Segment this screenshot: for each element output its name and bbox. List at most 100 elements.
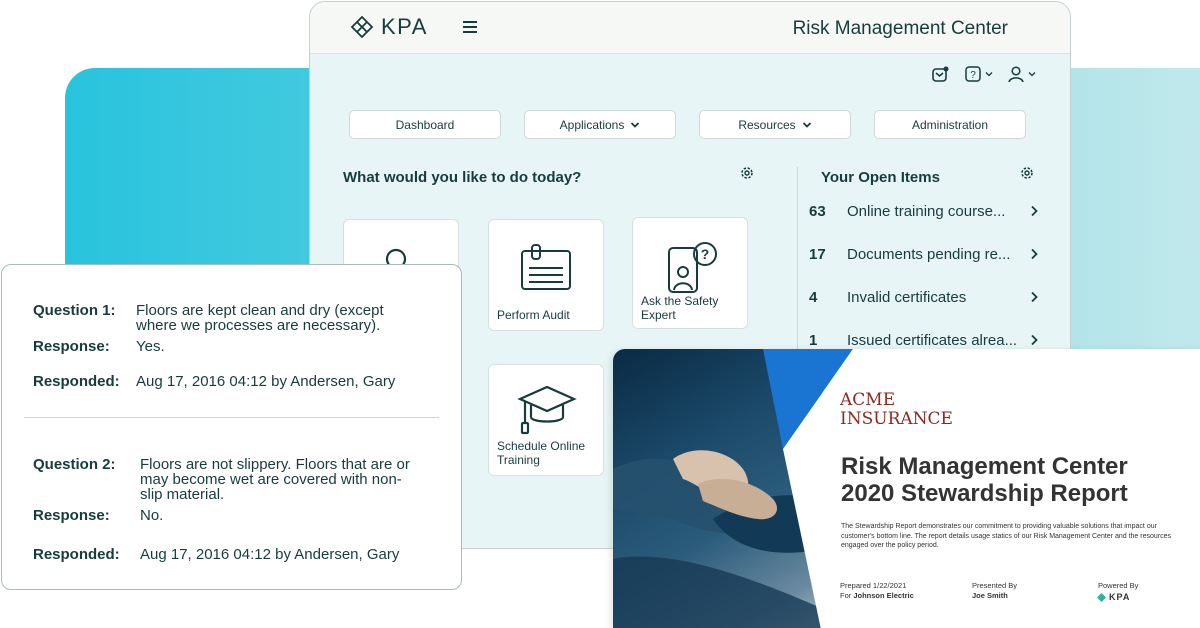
open-item[interactable]: 17 Documents pending re... [809,243,1041,265]
open-item-count: 63 [809,202,826,220]
report-title-line: Risk Management Center [841,453,1128,480]
action-tile-ask-safety-expert[interactable]: ? Ask the Safety Expert [632,217,748,329]
response-text: No. [140,507,164,524]
nav-dashboard[interactable]: Dashboard [349,110,501,139]
chevron-right-icon [1031,205,1038,217]
user-icon [1008,66,1024,83]
chevron-right-icon [1031,334,1038,346]
open-item[interactable]: 1 Issued certificates alrea... [809,329,1041,351]
open-items-title: Your Open Items [821,169,940,186]
question-row: Question 1: Floors are kept clean and dr… [33,303,384,333]
audit-response-card: Question 1: Floors are kept clean and dr… [1,264,462,590]
chevron-right-icon [1031,291,1038,303]
app-title: Risk Management Center [792,18,1008,39]
question-text-line: slip material. [140,486,225,503]
chevron-down-icon [985,72,993,77]
section-title-actions: What would you like to do today? [343,169,582,186]
kpa-logo[interactable]: KPA [350,14,428,40]
main-nav: Dashboard Applications Resources Adminis… [349,110,1037,139]
question-label: Question 2: [33,456,116,473]
clipboard-icon [521,244,571,290]
safety-expert-icon: ? [668,242,717,293]
utility-icons: ? [930,64,1036,84]
open-item[interactable]: 4 Invalid certificates [809,286,1041,308]
tile-label: Ask the Safety Expert [641,294,719,322]
logo-text: KPA [381,14,428,39]
responded-label: Responded: [33,546,120,563]
open-item[interactable]: 63 Online training course... [809,200,1041,222]
nav-label: Dashboard [395,117,455,132]
nav-administration[interactable]: Administration [874,110,1026,139]
tile-label: Schedule Online Training [497,439,586,467]
marketing-composite: KPA Risk Management Center ? Dashboard A… [0,0,1200,628]
question-row: Question 2: Floors are not slippery. Flo… [33,457,410,502]
column-divider [797,167,798,367]
user-menu[interactable] [1007,65,1036,83]
stewardship-report-cover: ACME INSURANCE Risk Management Center 20… [613,349,1200,628]
report-title: Risk Management Center 2020 Stewardship … [841,453,1128,507]
nav-label: Administration [911,117,989,132]
open-item-count: 1 [809,331,818,349]
question-label: Question 1: [33,302,116,319]
svg-text:?: ? [701,246,710,262]
response-row: Response: No. [33,508,163,523]
presented-info: Presented By Joe Smith [972,581,1017,601]
responded-label: Responded: [33,373,120,390]
response-row: Response: Yes. [33,339,165,354]
question-text: Floors are not slippery. Floors that are… [140,457,410,502]
acme-insurance-logo: ACME INSURANCE [840,391,953,429]
responded-text: Aug 17, 2016 04:12 by Andersen, Gary [136,373,396,390]
open-item-label: Invalid certificates [847,288,967,306]
gear-icon[interactable] [739,165,755,181]
open-item-label: Documents pending re... [847,245,1011,263]
response-label: Response: [33,338,110,355]
hamburger-menu-icon[interactable] [460,16,482,38]
svg-text:?: ? [970,70,976,81]
action-tile-schedule-training[interactable]: Schedule Online Training [488,364,604,476]
open-item-count: 17 [809,245,826,263]
chevron-down-icon [631,121,640,128]
chevron-right-icon [1031,248,1038,260]
powered-value: KPA [1109,592,1131,602]
question-text-line: where we processes are necessary). [136,317,381,334]
card-divider [24,417,439,418]
kpa-logo-icon [1097,592,1106,602]
open-item-count: 4 [809,288,818,306]
open-item-label: Issued certificates alrea... [847,331,1018,349]
graduation-cap-icon [517,385,577,435]
nav-applications[interactable]: Applications [524,110,676,139]
powered-label: Powered By [1098,581,1139,590]
nav-label: Resources [738,117,796,132]
responded-row: Responded: Aug 17, 2016 04:12 by Anderse… [33,374,395,389]
presented-label: Presented By [972,581,1018,590]
for-label: For [840,591,852,600]
kpa-logo-icon [350,15,374,39]
chevron-down-icon [1028,72,1036,77]
nav-label: Applications [559,117,625,132]
brand-line: ACME [840,390,896,410]
help-icon: ? [965,66,981,82]
help-menu[interactable]: ? [964,65,993,83]
brand-line: INSURANCE [840,409,953,429]
response-text: Yes. [136,338,165,355]
for-value: Johnson Electric [853,591,914,600]
gear-icon[interactable] [1019,165,1035,181]
notification-icon[interactable] [930,64,950,84]
responded-row: Responded: Aug 17, 2016 04:12 by Anderse… [33,547,399,562]
nav-resources[interactable]: Resources [699,110,851,139]
presented-value: Joe Smith [972,591,1008,600]
response-label: Response: [33,507,110,524]
prepared-info: Prepared 1/22/2021 For Johnson Electric [840,581,914,601]
open-item-label: Online training course... [847,202,1006,220]
action-tile-perform-audit[interactable]: Perform Audit [488,219,604,331]
powered-info: Powered By [1098,581,1138,591]
chevron-down-icon [802,121,811,128]
app-header: KPA Risk Management Center [310,2,1070,54]
responded-text: Aug 17, 2016 04:12 by Andersen, Gary [140,546,400,563]
tile-label: Perform Audit [497,308,570,322]
prepared-label: Prepared 1/22/2021 [840,581,907,590]
report-title-line: 2020 Stewardship Report [841,480,1128,507]
question-text: Floors are kept clean and dry (except wh… [136,303,384,333]
report-description: The Stewardship Report demonstrates our … [841,523,1171,549]
kpa-small-logo: KPA [1097,592,1130,602]
